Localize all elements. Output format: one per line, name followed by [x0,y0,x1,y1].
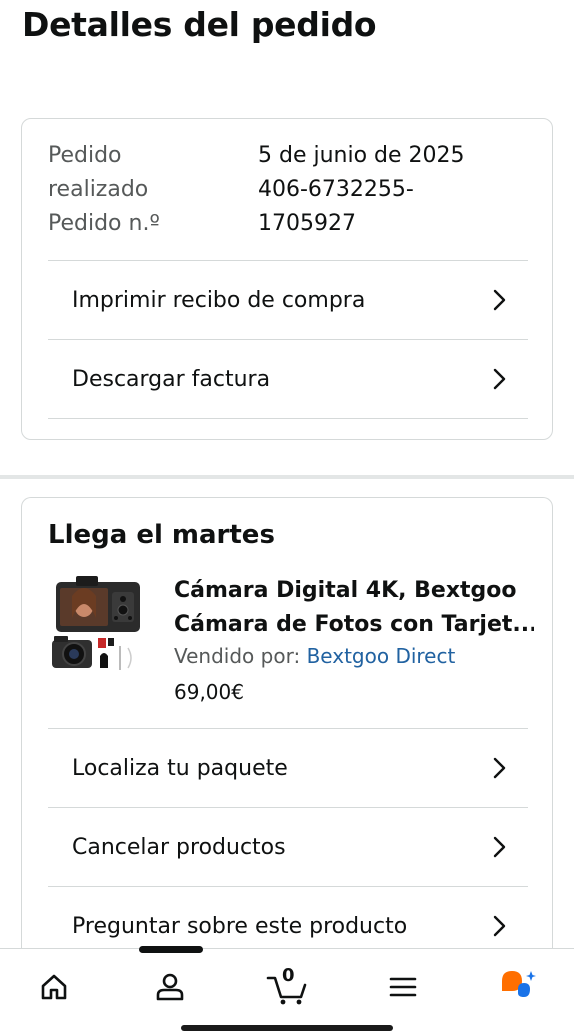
nav-assistant[interactable] [498,967,538,1007]
product-price: 69,00€ [174,680,244,704]
chevron-right-icon [493,836,506,858]
ask-product-label: Preguntar sobre este producto [72,913,408,939]
order-summary-card: Pedido realizado 5 de junio de 2025 Pedi… [21,118,553,440]
chevron-right-icon [493,289,506,311]
shipment-card: Llega el martes Cámara Digital 4K, Bextg… [21,497,553,967]
active-tab-indicator [139,946,203,953]
nav-home[interactable] [34,967,74,1007]
arrival-title: Llega el martes [48,520,275,550]
download-invoice-row[interactable]: Descargar factura [48,339,528,418]
product-image[interactable] [50,574,142,674]
nav-cart[interactable]: 0 [265,965,311,1007]
cart-count: 0 [282,965,295,986]
print-receipt-row[interactable]: Imprimir recibo de compra [48,260,528,339]
menu-icon [389,977,417,997]
download-invoice-label: Descargar factura [72,366,271,392]
order-date-value: 5 de junio de 2025 [258,143,465,168]
divider [48,418,528,419]
order-date-label-line1: Pedido [48,143,122,168]
track-package-row[interactable]: Localiza tu paquete [48,728,528,807]
order-date-label-line2: realizado [48,177,149,202]
order-number-label: Pedido n.º [48,211,160,236]
product-title-line1: Cámara Digital 4K, Bextgoo [174,578,517,603]
home-indicator-bar[interactable] [181,1025,393,1031]
bottom-nav: 0 [0,948,574,1022]
page-title: Detalles del pedido [22,5,377,44]
chevron-right-icon [493,368,506,390]
track-package-label: Localiza tu paquete [72,755,288,781]
seller-prefix: Vendido por: [174,644,307,668]
order-number-value-line1: 406-6732255- [258,177,414,202]
cancel-products-label: Cancelar productos [72,834,286,860]
seller-link[interactable]: Bextgoo Direct [307,644,456,668]
section-divider [0,475,574,479]
product-title[interactable]: Cámara Digital 4K, Bextgoo Cámara de Fot… [174,574,534,642]
nav-menu[interactable] [383,967,423,1007]
print-receipt-label: Imprimir recibo de compra [72,287,366,313]
order-number-value-line2: 1705927 [258,211,356,236]
seller-info: Vendido por: Bextgoo Direct [174,644,455,668]
account-icon [156,973,184,1001]
chevron-right-icon [493,757,506,779]
product-title-line2: Cámara de Fotos con Tarjet... [174,612,534,637]
nav-account[interactable] [150,967,190,1007]
home-icon [41,974,67,1000]
cancel-products-row[interactable]: Cancelar productos [48,807,528,886]
chevron-right-icon [493,915,506,937]
assistant-icon [502,971,536,997]
